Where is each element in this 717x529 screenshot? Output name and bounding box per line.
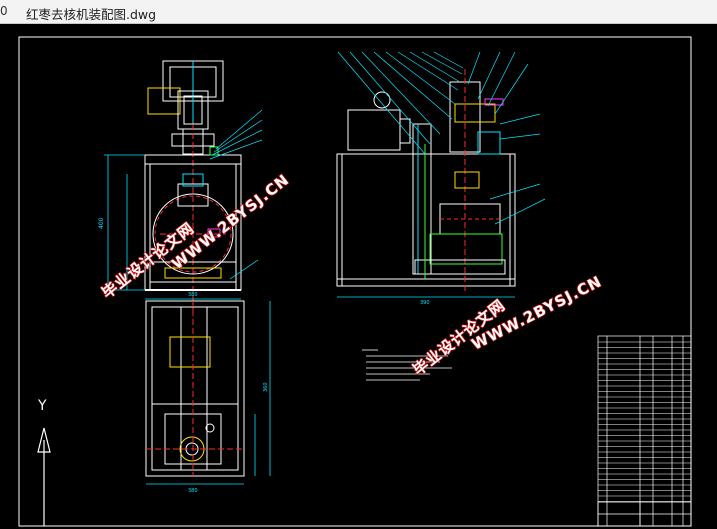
front-view <box>144 60 242 314</box>
dim-top-height: 360 <box>263 382 269 392</box>
window-title: 红枣去核机装配图.dwg <box>26 7 157 22</box>
window-titlebar: 0 红枣去核机装配图.dwg <box>0 0 717 24</box>
side-view-leaders <box>337 51 546 225</box>
title-block <box>597 501 692 527</box>
ucs-icon <box>37 427 51 526</box>
drawing-sheet[interactable]: 400 380 380 360 390 Y WWW.2BYSJ.CN 毕业设计论… <box>0 24 717 529</box>
cad-canvas[interactable]: 400 380 380 360 390 Y WWW.2BYSJ.CN 毕业设计论… <box>0 24 717 529</box>
dim-total-width: 390 <box>420 300 430 306</box>
dim-total-height: 400 <box>98 217 105 229</box>
app-icon: 0 <box>0 4 8 18</box>
bom-rows <box>598 341 691 502</box>
dim-front-base: 380 <box>188 292 198 298</box>
dim-top-width: 380 <box>188 488 198 494</box>
bill-of-materials <box>597 335 692 527</box>
ucs-y-label: Y <box>37 398 47 414</box>
side-view <box>336 69 516 294</box>
top-view <box>145 300 245 477</box>
